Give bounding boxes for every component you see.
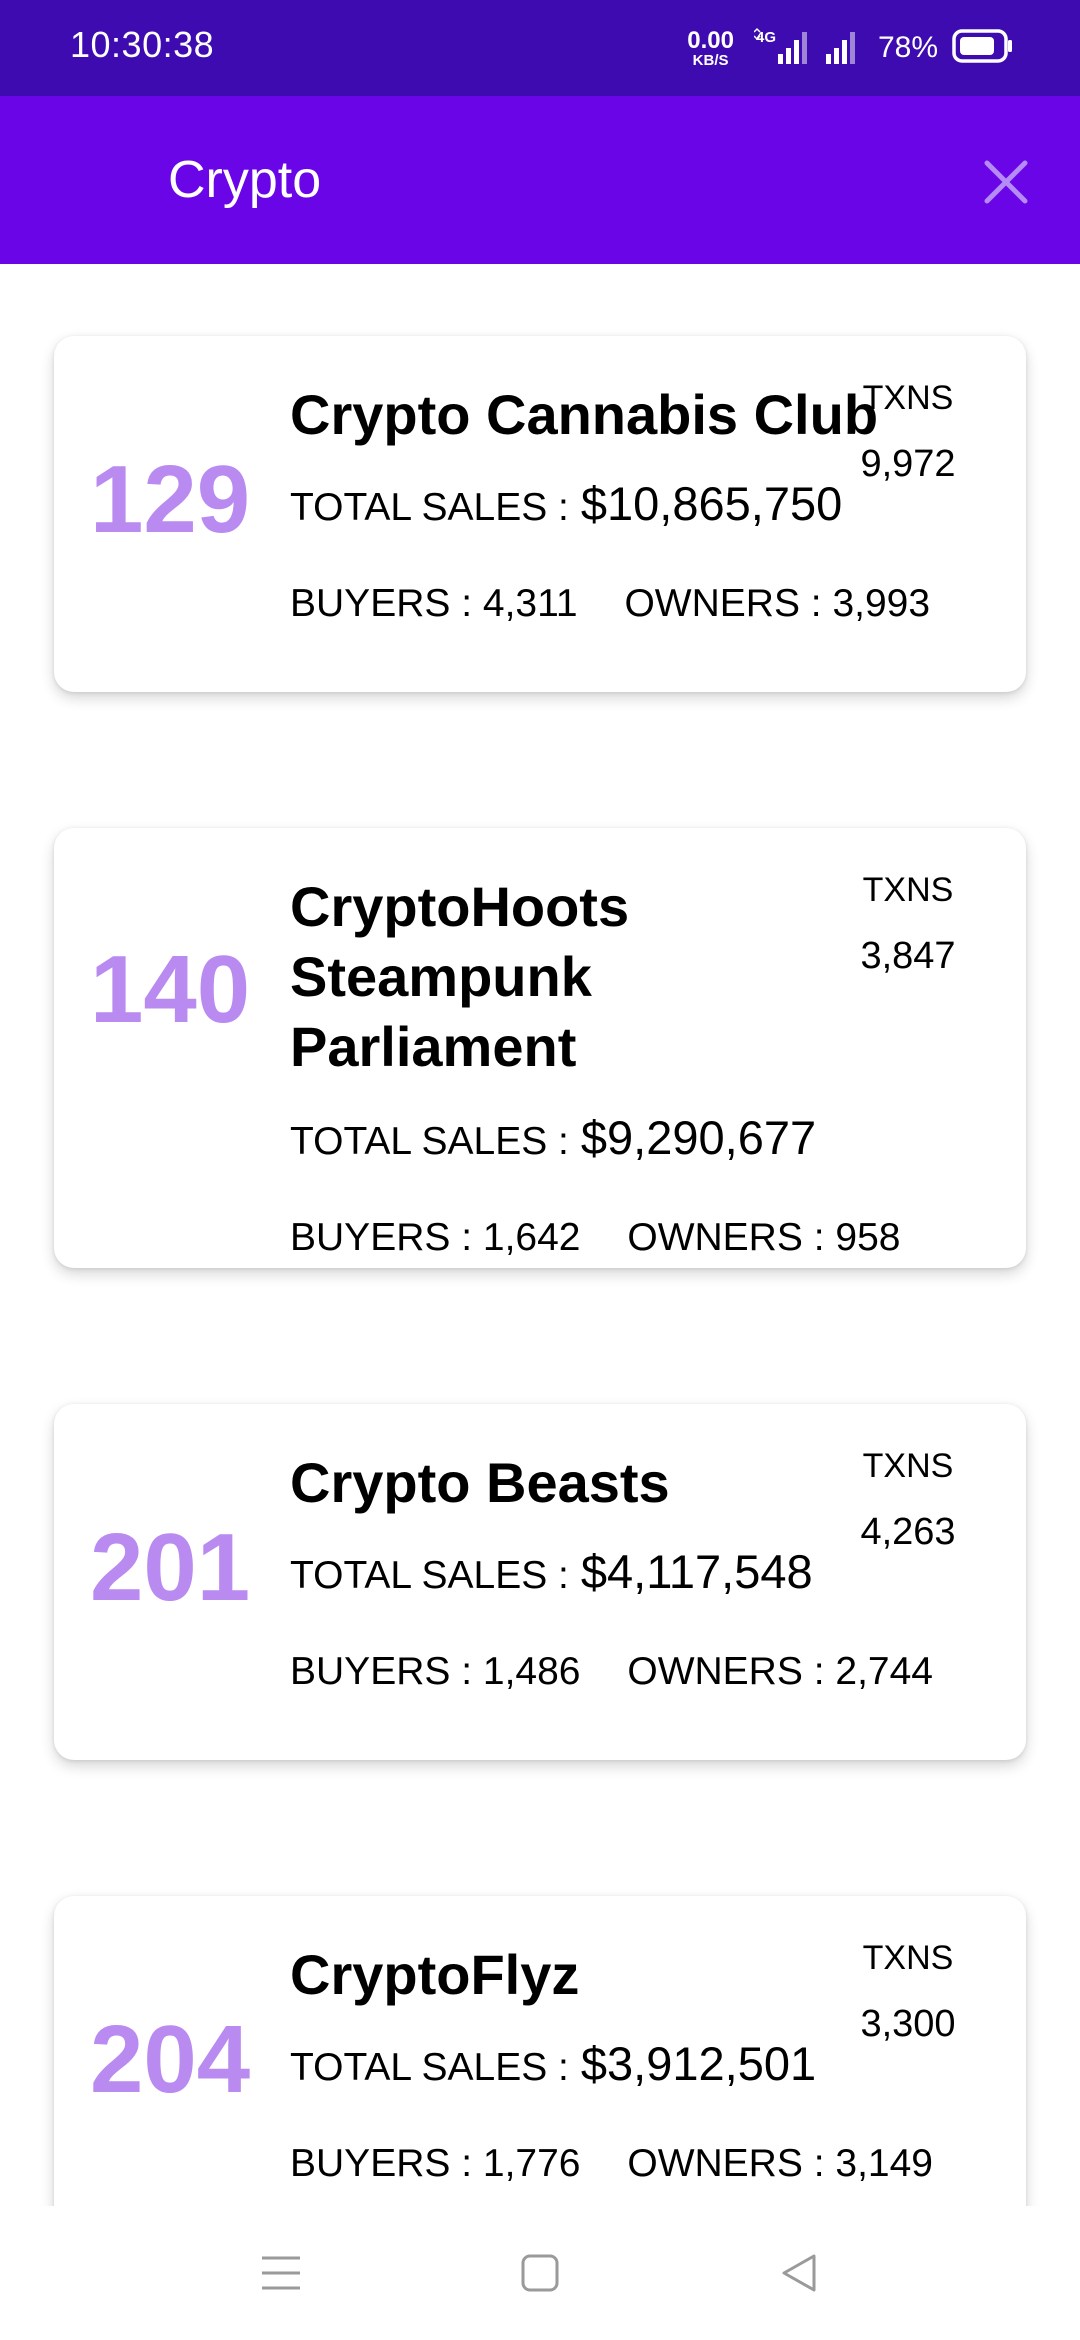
- total-sales: TOTAL SALES : $9,290,677: [290, 1110, 816, 1165]
- txns-label: TXNS: [862, 871, 954, 909]
- close-icon: [984, 160, 1028, 204]
- txns-value: 9,972: [860, 443, 956, 485]
- collection-list[interactable]: 129 Crypto Cannabis Club TXNS 9,972 TOTA…: [0, 264, 1080, 2206]
- total-sales: TOTAL SALES : $4,117,548: [290, 1544, 813, 1599]
- rank-number: 140: [90, 936, 251, 1043]
- owners-value: 958: [835, 1216, 901, 1259]
- net-speed-unit: KB/S: [692, 51, 729, 69]
- total-sales-value: $3,912,501: [580, 2037, 817, 2090]
- txns-block: TXNS 3,300: [838, 1938, 978, 2046]
- back-triangle-icon: [782, 2254, 816, 2292]
- buyers-label: BUYERS :: [290, 1650, 473, 1693]
- txns-label: TXNS: [862, 1939, 954, 1977]
- buyers-value: 1,776: [482, 2142, 581, 2185]
- battery-icon: [952, 28, 1014, 69]
- battery-percent: 78%: [877, 31, 938, 64]
- txns-value: 4,263: [860, 1511, 956, 1553]
- net-speed: 0.00 KB/S: [687, 26, 734, 69]
- txns-block: TXNS 3,847: [838, 870, 978, 978]
- home-button[interactable]: [503, 2236, 577, 2310]
- counts-row: BUYERS : 1,776 OWNERS : 3,149: [290, 2142, 933, 2186]
- status-time: 10:30:38: [70, 24, 215, 65]
- collection-name: CryptoHoots Steampunk Parliament: [290, 875, 630, 1078]
- signal-4g-icon: 4G: [753, 26, 810, 71]
- collection-name: Crypto Beasts: [290, 1451, 670, 1514]
- collection-card[interactable]: 204 CryptoFlyz TXNS 3,300 TOTAL SALES : …: [54, 1896, 1026, 2206]
- txns-block: TXNS 4,263: [838, 1446, 978, 1554]
- page-title: Crypto: [168, 151, 322, 209]
- buyers-value: 1,486: [482, 1650, 581, 1693]
- owners-label: OWNERS :: [624, 582, 822, 625]
- rank-number: 204: [90, 2006, 251, 2113]
- collection-name: Crypto Cannabis Club: [290, 383, 879, 446]
- counts-row: BUYERS : 1,642 OWNERS : 958: [290, 1216, 900, 1260]
- total-sales-label: TOTAL SALES :: [290, 2046, 569, 2089]
- total-sales-label: TOTAL SALES :: [290, 1120, 569, 1163]
- total-sales-value: $10,865,750: [580, 477, 843, 530]
- collection-card[interactable]: 201 Crypto Beasts TXNS 4,263 TOTAL SALES…: [54, 1404, 1026, 1760]
- system-nav-bar: [0, 2206, 1080, 2340]
- rank-number: 129: [90, 446, 251, 553]
- app-bar: Crypto: [0, 96, 1080, 264]
- txns-value: 3,300: [860, 2003, 956, 2045]
- buyers-label: BUYERS :: [290, 582, 473, 625]
- collection-card[interactable]: 129 Crypto Cannabis Club TXNS 9,972 TOTA…: [54, 336, 1026, 692]
- owners-value: 3,149: [835, 2142, 933, 2185]
- close-button[interactable]: [972, 148, 1040, 216]
- back-button[interactable]: [762, 2236, 836, 2310]
- txns-label: TXNS: [862, 379, 954, 417]
- buyers-value: 4,311: [482, 582, 578, 625]
- counts-row: BUYERS : 4,311 OWNERS : 3,993: [290, 582, 930, 626]
- txns-block: TXNS 9,972: [838, 378, 978, 486]
- owners-value: 2,744: [835, 1650, 933, 1693]
- status-bar: 10:30:38 0.00 KB/S 4G 78%: [0, 0, 1080, 96]
- buyers-value: 1,642: [482, 1216, 581, 1259]
- total-sales-label: TOTAL SALES :: [290, 1554, 569, 1597]
- owners-label: OWNERS :: [627, 1650, 825, 1693]
- owners-label: OWNERS :: [627, 1216, 825, 1259]
- owners-label: OWNERS :: [627, 2142, 825, 2185]
- signal-icon: [824, 26, 864, 71]
- status-icons: 0.00 KB/S 4G 78%: [687, 22, 1014, 74]
- total-sales: TOTAL SALES : $3,912,501: [290, 2036, 816, 2091]
- txns-value: 3,847: [860, 935, 956, 977]
- buyers-label: BUYERS :: [290, 1216, 473, 1259]
- txns-label: TXNS: [862, 1447, 954, 1485]
- counts-row: BUYERS : 1,486 OWNERS : 2,744: [290, 1650, 933, 1694]
- menu-icon: [262, 2256, 300, 2290]
- home-square-icon: [521, 2254, 559, 2292]
- buyers-label: BUYERS :: [290, 2142, 473, 2185]
- total-sales-value: $4,117,548: [580, 1545, 813, 1598]
- total-sales-label: TOTAL SALES :: [290, 486, 569, 529]
- total-sales-value: $9,290,677: [580, 1111, 817, 1164]
- owners-value: 3,993: [832, 582, 931, 625]
- net-speed-value: 0.00: [687, 26, 734, 54]
- rank-number: 201: [90, 1514, 251, 1621]
- collection-card[interactable]: 140 CryptoHoots Steampunk Parliament TXN…: [54, 828, 1026, 1268]
- menu-button[interactable]: [244, 2236, 318, 2310]
- total-sales: TOTAL SALES : $10,865,750: [290, 476, 842, 531]
- collection-name: CryptoFlyz: [290, 1943, 580, 2006]
